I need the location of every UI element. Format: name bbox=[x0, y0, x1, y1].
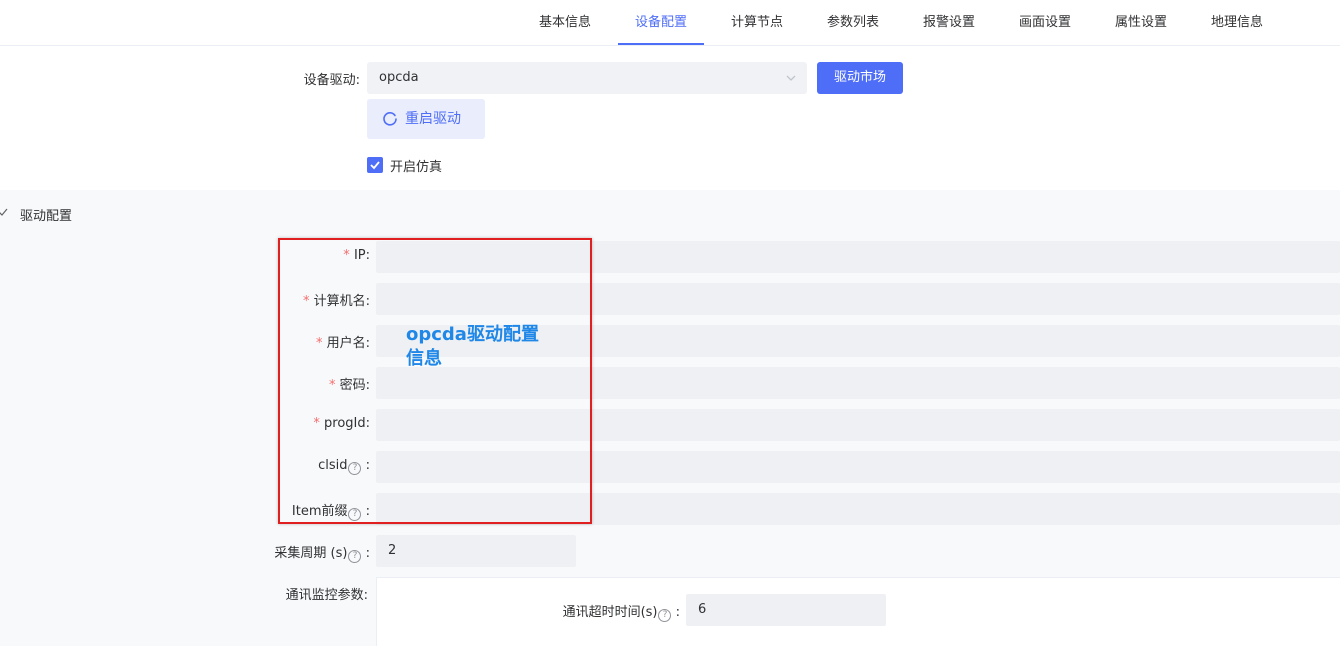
clsid-label: clsid? : bbox=[318, 458, 370, 475]
active-tab-indicator bbox=[618, 43, 704, 45]
tab-property-settings[interactable]: 属性设置 bbox=[1113, 0, 1169, 46]
simulate-label: 开启仿真 bbox=[390, 160, 443, 175]
username-label: * 用户名: bbox=[315, 336, 370, 351]
ip-label: * IP: bbox=[343, 248, 370, 263]
computer-name-field[interactable] bbox=[376, 283, 1340, 315]
annotation-text: opcda驱动配置信息 bbox=[406, 324, 539, 369]
item-prefix-label: Item前缀? : bbox=[291, 504, 370, 521]
refresh-icon bbox=[383, 112, 397, 126]
driver-market-button[interactable]: 驱动市场 bbox=[817, 62, 903, 94]
tab-compute-node[interactable]: 计算节点 bbox=[729, 0, 785, 46]
question-icon[interactable]: ? bbox=[658, 609, 672, 622]
simulate-checkbox[interactable] bbox=[367, 157, 383, 173]
chevron-down-icon bbox=[786, 75, 796, 81]
driver-label: 设备驱动: bbox=[303, 73, 360, 88]
progid-field[interactable] bbox=[376, 409, 1340, 441]
chevron-check-icon bbox=[0, 208, 8, 216]
progid-label: * progId: bbox=[313, 416, 370, 431]
question-icon[interactable]: ? bbox=[348, 462, 362, 475]
check-icon bbox=[370, 161, 380, 170]
restart-driver-button[interactable]: 重启驱动 bbox=[367, 99, 485, 139]
tab-device-config[interactable]: 设备配置 bbox=[633, 0, 689, 46]
tab-bar: 基本信息 设备配置 计算节点 参数列表 报警设置 画面设置 属性设置 地理信息 bbox=[0, 0, 1340, 46]
comm-monitor-label: 通讯监控参数: bbox=[285, 588, 368, 603]
tab-basic-info[interactable]: 基本信息 bbox=[537, 0, 593, 46]
clsid-field[interactable] bbox=[376, 451, 1340, 483]
restart-driver-label: 重启驱动 bbox=[405, 111, 461, 127]
driver-select[interactable]: opcda bbox=[367, 62, 807, 94]
tab-geo-info[interactable]: 地理信息 bbox=[1209, 0, 1265, 46]
driver-config-title: 驱动配置 bbox=[20, 209, 73, 224]
collect-period-field[interactable]: 2 bbox=[376, 535, 576, 567]
driver-select-value: opcda bbox=[379, 70, 419, 85]
password-field[interactable] bbox=[376, 367, 1340, 399]
computer-name-label: * 计算机名: bbox=[302, 294, 370, 309]
password-label: * 密码: bbox=[328, 378, 370, 393]
tab-screen-settings[interactable]: 画面设置 bbox=[1017, 0, 1073, 46]
question-icon[interactable]: ? bbox=[348, 508, 362, 521]
comm-timeout-field[interactable]: 6 bbox=[686, 594, 886, 626]
tab-alarm-settings[interactable]: 报警设置 bbox=[921, 0, 977, 46]
item-prefix-field[interactable] bbox=[376, 493, 1340, 525]
ip-field[interactable] bbox=[376, 241, 1340, 273]
collect-period-label: 采集周期 (s)? : bbox=[274, 546, 370, 563]
question-icon[interactable]: ? bbox=[348, 550, 362, 563]
comm-timeout-label: 通讯超时时间(s)? : bbox=[562, 605, 680, 622]
tab-param-list[interactable]: 参数列表 bbox=[825, 0, 881, 46]
